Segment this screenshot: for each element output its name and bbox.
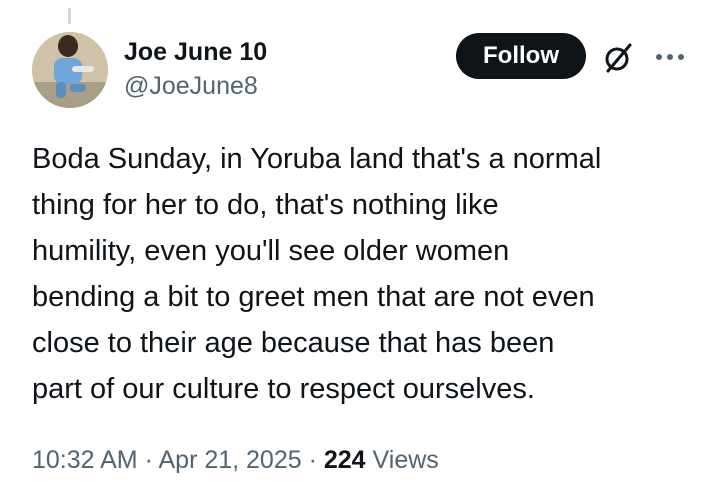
tweet-text-line: thing for her to do, that's nothing like xyxy=(32,189,499,221)
tweet-date[interactable]: Apr 21, 2025 xyxy=(158,446,301,474)
tweet-text-line: close to their age because that has been xyxy=(32,327,555,359)
avatar[interactable] xyxy=(32,32,108,108)
views-count[interactable]: 224 xyxy=(324,446,366,474)
tweet-text-line: bending a bit to greet men that are not … xyxy=(32,281,595,313)
author-display-name[interactable]: Joe June 10 xyxy=(124,36,267,68)
follow-button[interactable]: Follow xyxy=(456,33,586,79)
thread-connector-line xyxy=(68,8,71,24)
tweet-text-line: Boda Sunday, in Yoruba land that's a nor… xyxy=(32,143,602,175)
grok-slash-icon[interactable] xyxy=(600,40,636,76)
avatar-photo xyxy=(32,32,108,108)
author-names: Joe June 10 @JoeJune8 xyxy=(124,36,267,102)
tweet-text: Boda Sunday, in Yoruba land that's a nor… xyxy=(32,136,702,412)
tweet-text-line: humility, even you'll see older women xyxy=(32,235,510,267)
more-dot xyxy=(656,54,662,60)
more-horizontal-icon[interactable] xyxy=(652,42,688,72)
tweet-text-line: part of our culture to respect ourselves… xyxy=(32,373,535,405)
author-handle[interactable]: @JoeJune8 xyxy=(124,70,267,102)
tweet-time[interactable]: 10:32 AM xyxy=(32,446,138,474)
more-dot xyxy=(667,54,673,60)
meta-separator: · xyxy=(301,446,324,474)
views-label: Views xyxy=(365,446,439,474)
tweet-meta: 10:32 AM · Apr 21, 2025 · 224 Views xyxy=(32,442,439,478)
more-dot xyxy=(678,54,684,60)
meta-separator: · xyxy=(137,446,159,474)
